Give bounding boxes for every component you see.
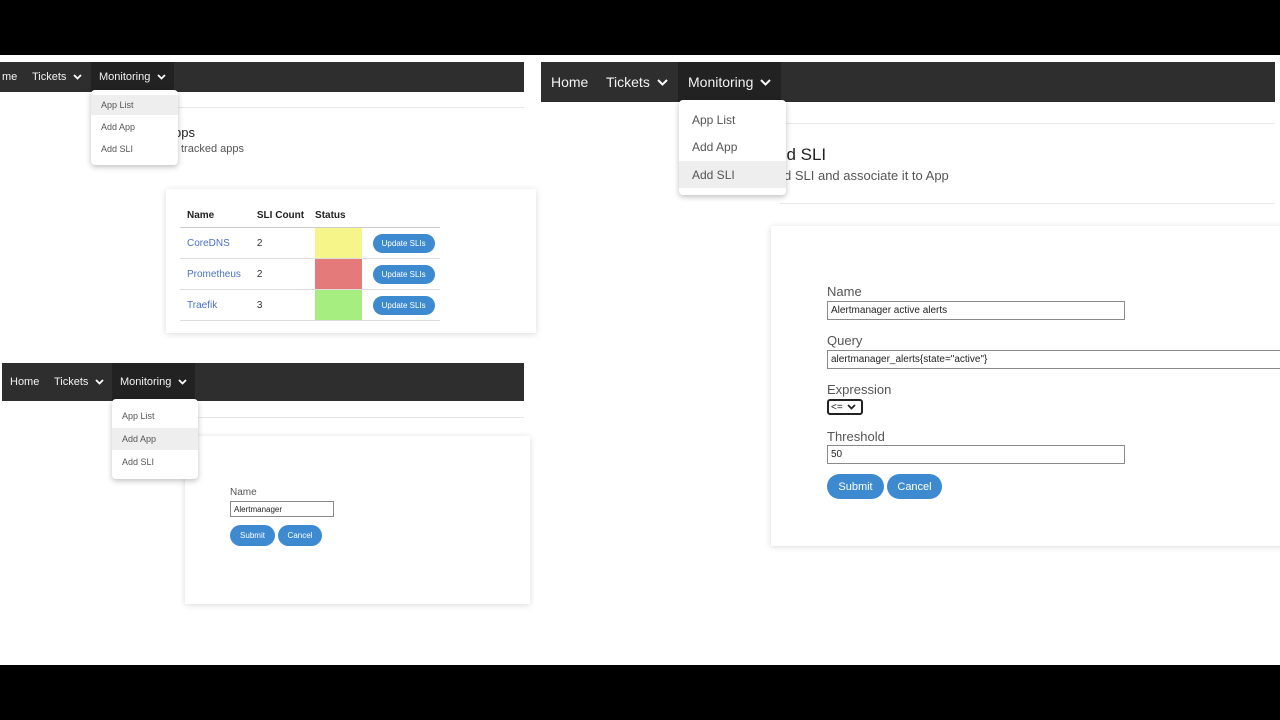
dropdown-item-add-app[interactable]: Add App [112, 428, 198, 450]
status-cell [315, 227, 365, 259]
nav-monitoring[interactable]: Monitoring [112, 363, 196, 401]
dropdown-item-app-list[interactable]: App List [679, 107, 786, 133]
sli-count: 2 [256, 227, 316, 259]
app-link-traefik[interactable]: Traefik [187, 300, 217, 311]
add-app-form-card: Name Alertmanager Submit Cancel [185, 436, 530, 604]
dropdown-item-app-list[interactable]: App List [112, 405, 198, 427]
nav-home[interactable]: me [2, 62, 17, 92]
chevron-down-icon [73, 74, 83, 80]
chevron-down-icon [847, 404, 856, 410]
navbar-add-sli: Home Tickets Monitoring [541, 62, 1275, 102]
status-indicator-yellow [315, 228, 363, 258]
threshold-label: Threshold [827, 429, 885, 444]
status-indicator-green [315, 290, 363, 320]
chevron-down-icon [95, 379, 105, 385]
monitoring-dropdown: App List Add App Add SLI [679, 100, 786, 195]
col-name: Name [180, 203, 257, 228]
dropdown-item-add-sli[interactable]: Add SLI [112, 451, 198, 473]
expression-label: Expression [827, 382, 892, 397]
nav-tickets[interactable]: Tickets [54, 363, 105, 401]
table-row: Traefik 3 Update SLIs [180, 289, 440, 321]
monitoring-dropdown: App List Add App Add SLI [112, 399, 198, 479]
dropdown-item-app-list[interactable]: App List [91, 95, 178, 115]
expression-select[interactable]: <= [827, 399, 863, 415]
submit-button[interactable]: Submit [230, 525, 275, 546]
divider [780, 203, 1275, 204]
apps-table: Name SLI Count Status CoreDNS 2 Update S… [180, 203, 440, 321]
status-cell [315, 289, 365, 321]
query-input[interactable]: alertmanager_alerts{state="active"} [827, 350, 1280, 369]
status-cell [315, 258, 365, 290]
nav-home[interactable]: Home [10, 363, 39, 401]
query-label: Query [827, 333, 863, 348]
chevron-down-icon [657, 78, 668, 86]
cancel-button[interactable]: Cancel [278, 525, 322, 546]
sli-count: 2 [256, 258, 316, 290]
sli-name-input[interactable]: Alertmanager active alerts [827, 301, 1125, 320]
expression-value: <= [831, 401, 843, 413]
submit-button[interactable]: Submit [827, 474, 884, 499]
name-label: Name [230, 487, 257, 498]
dropdown-item-add-app[interactable]: Add App [679, 134, 786, 160]
app-name-input[interactable]: Alertmanager [230, 501, 334, 517]
col-action [364, 203, 440, 228]
chevron-down-icon [178, 379, 187, 385]
update-slis-button[interactable]: Update SLIs [372, 295, 435, 315]
page-subtitle-partial: tracked apps [181, 143, 244, 155]
screenshot-collage: me Tickets Monitoring pps tracked apps N… [0, 55, 1280, 665]
col-sli-count: SLI Count [256, 203, 316, 228]
threshold-input[interactable]: 50 [827, 445, 1125, 464]
dropdown-item-add-sli[interactable]: Add SLI [679, 161, 786, 188]
sli-count: 3 [256, 289, 316, 321]
divider [190, 417, 524, 418]
app-link-prometheus[interactable]: Prometheus [187, 269, 241, 280]
name-label: Name [827, 284, 862, 299]
chevron-down-icon [760, 78, 772, 86]
app-link-coredns[interactable]: CoreDNS [187, 238, 230, 249]
monitoring-dropdown: App List Add App Add SLI [91, 90, 178, 165]
apps-table-card: Name SLI Count Status CoreDNS 2 Update S… [166, 189, 536, 333]
chevron-down-icon [157, 74, 166, 80]
nav-home[interactable]: Home [551, 62, 588, 102]
table-row: Prometheus 2 Update SLIs [180, 258, 440, 290]
table-row: CoreDNS 2 Update SLIs [180, 227, 440, 259]
navbar-add-app: Home Tickets Monitoring [2, 363, 524, 401]
dropdown-item-add-sli[interactable]: Add SLI [91, 139, 178, 159]
col-status: Status [315, 203, 365, 228]
divider [170, 107, 524, 108]
update-slis-button[interactable]: Update SLIs [372, 233, 435, 253]
add-sli-form-card: Name Alertmanager active alerts Query al… [771, 226, 1280, 546]
cancel-button[interactable]: Cancel [887, 474, 942, 499]
nav-monitoring[interactable]: Monitoring [91, 62, 175, 92]
status-indicator-red [315, 259, 363, 289]
divider [780, 123, 1275, 124]
page-subtitle-partial: d SLI and associate it to App [784, 168, 949, 183]
dropdown-item-add-app[interactable]: Add App [91, 117, 178, 137]
nav-tickets[interactable]: Tickets [32, 62, 83, 92]
update-slis-button[interactable]: Update SLIs [372, 264, 435, 284]
nav-monitoring[interactable]: Monitoring [678, 62, 782, 102]
nav-tickets[interactable]: Tickets [606, 62, 668, 102]
navbar-app-list: me Tickets Monitoring [0, 62, 524, 92]
